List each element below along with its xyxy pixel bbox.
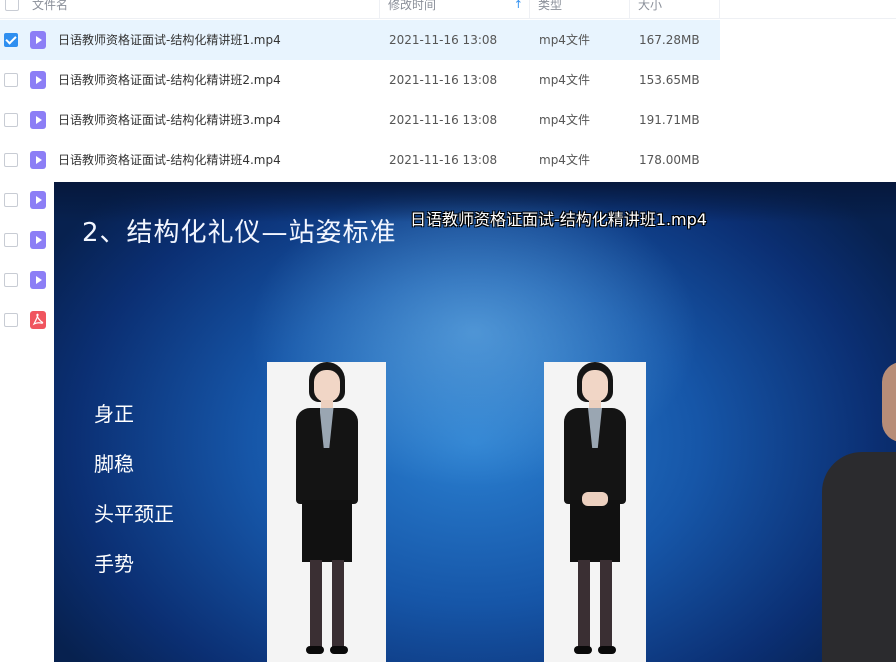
row-checkbox[interactable]	[4, 33, 18, 47]
file-type: mp4文件	[539, 153, 590, 167]
row-checkbox[interactable]	[4, 313, 18, 327]
file-type: mp4文件	[539, 33, 590, 47]
column-header-time-label: 修改时间	[388, 0, 437, 12]
standing-woman-figure	[550, 362, 640, 662]
file-type: mp4文件	[539, 73, 590, 87]
slide-point: 身正	[94, 402, 134, 426]
column-header-time[interactable]: 修改时间 ↑	[380, 0, 530, 18]
file-name[interactable]: 日语教师资格证面试-结构化精讲班2.mp4	[58, 60, 281, 100]
video-file-icon	[30, 151, 46, 169]
file-size: 191.71MB	[639, 113, 700, 127]
file-modified-time: 2021-11-16 13:08	[389, 33, 498, 47]
file-row[interactable]	[0, 260, 54, 300]
row-checkbox[interactable]	[4, 233, 18, 247]
row-checkbox[interactable]	[4, 273, 18, 287]
file-size: 167.28MB	[639, 33, 700, 47]
video-file-icon	[30, 271, 46, 289]
file-type: mp4文件	[539, 113, 590, 127]
file-size: 153.65MB	[639, 73, 700, 87]
row-checkbox[interactable]	[4, 73, 18, 87]
file-name[interactable]: 日语教师资格证面试-结构化精讲班4.mp4	[58, 140, 281, 180]
row-checkbox[interactable]	[4, 153, 18, 167]
file-row[interactable]: 日语教师资格证面试-结构化精讲班1.mp4 2021-11-16 13:08 m…	[0, 20, 720, 60]
column-header-name[interactable]: 文件名	[0, 0, 380, 18]
column-header-size[interactable]: 大小	[630, 0, 720, 18]
row-checkbox[interactable]	[4, 193, 18, 207]
column-header-size-label: 大小	[638, 0, 663, 12]
file-row[interactable]	[0, 220, 54, 260]
video-file-icon	[30, 231, 46, 249]
file-modified-time: 2021-11-16 13:08	[389, 153, 498, 167]
file-size: 178.00MB	[639, 153, 700, 167]
pdf-file-icon	[30, 311, 46, 329]
row-checkbox[interactable]	[4, 113, 18, 127]
slide-heading: 2、结构化礼仪—站姿标准	[82, 218, 397, 248]
file-name[interactable]: 日语教师资格证面试-结构化精讲班3.mp4	[58, 100, 281, 140]
video-player[interactable]: 2、结构化礼仪—站姿标准 日语教师资格证面试-结构化精讲班1.mp4 身正 脚稳…	[54, 182, 896, 662]
posture-photo	[267, 362, 386, 662]
presenter-figure	[822, 342, 896, 662]
file-modified-time: 2021-11-16 13:08	[389, 113, 498, 127]
file-row[interactable]	[0, 300, 54, 340]
slide-point: 手势	[94, 552, 134, 576]
select-all-checkbox[interactable]	[5, 0, 19, 11]
file-modified-time: 2021-11-16 13:08	[389, 73, 498, 87]
posture-photo	[544, 362, 646, 662]
file-list-header: 文件名 修改时间 ↑ 类型 大小	[0, 0, 896, 19]
file-name[interactable]: 日语教师资格证面试-结构化精讲班1.mp4	[58, 20, 281, 60]
file-row[interactable]	[0, 180, 54, 220]
slide-point: 头平颈正	[94, 502, 174, 526]
file-row[interactable]: 日语教师资格证面试-结构化精讲班3.mp4 2021-11-16 13:08 m…	[0, 100, 720, 140]
video-file-icon	[30, 191, 46, 209]
column-header-type-label: 类型	[538, 0, 563, 12]
file-row[interactable]: 日语教师资格证面试-结构化精讲班2.mp4 2021-11-16 13:08 m…	[0, 60, 720, 100]
video-file-icon	[30, 111, 46, 129]
file-row[interactable]: 日语教师资格证面试-结构化精讲班4.mp4 2021-11-16 13:08 m…	[0, 140, 720, 180]
column-header-type[interactable]: 类型	[530, 0, 630, 18]
sort-ascending-icon[interactable]: ↑	[514, 0, 523, 16]
video-title: 日语教师资格证面试-结构化精讲班1.mp4	[410, 210, 707, 229]
slide-point: 脚稳	[94, 452, 134, 476]
standing-woman-figure	[282, 362, 372, 662]
video-file-icon	[30, 31, 46, 49]
video-file-icon	[30, 71, 46, 89]
